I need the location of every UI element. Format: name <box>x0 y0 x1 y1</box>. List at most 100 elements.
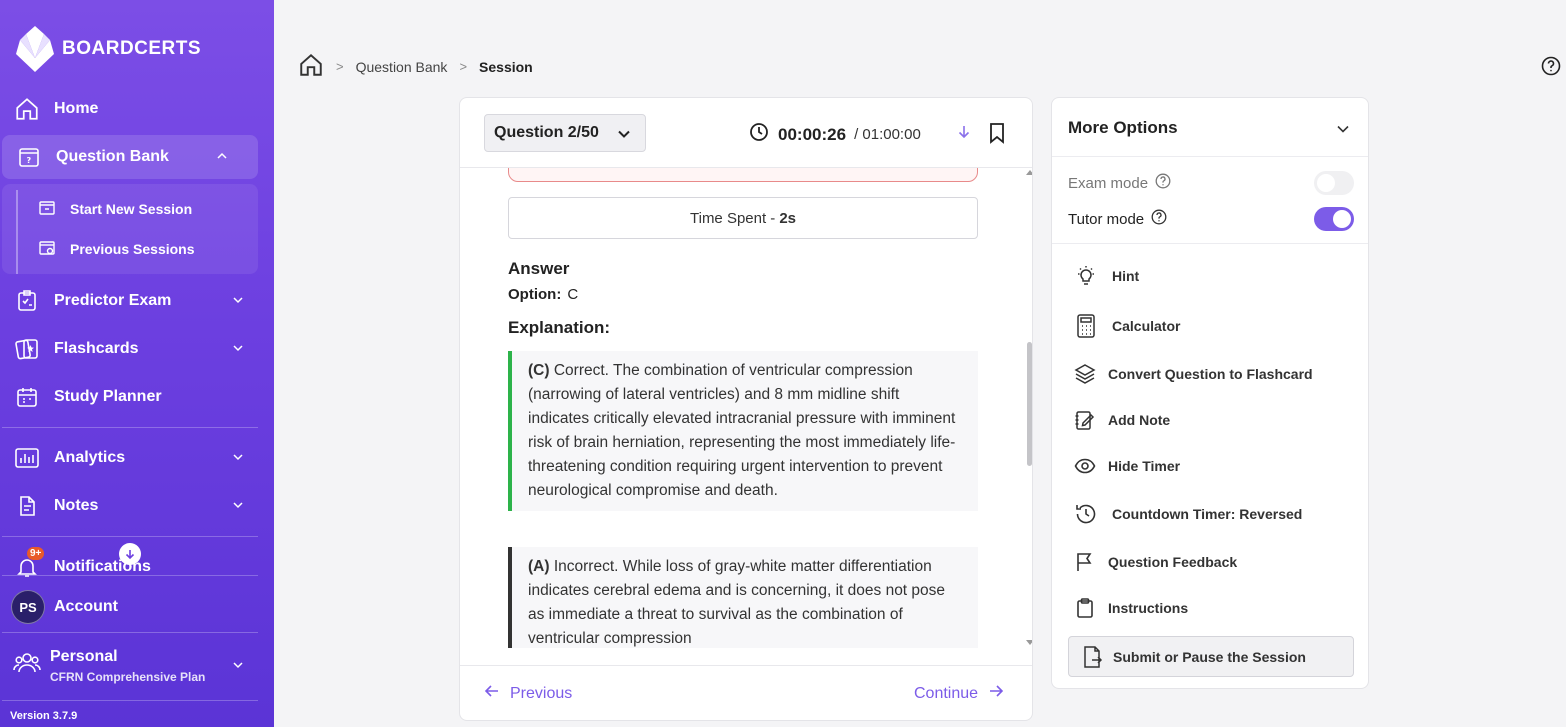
scrollbar-thumb[interactable] <box>1027 342 1032 466</box>
add-note-button[interactable]: Add Note <box>1074 407 1170 433</box>
exam-mode-toggle[interactable] <box>1314 171 1354 195</box>
sidebar-item-home[interactable]: Home <box>0 87 274 131</box>
plan-selector[interactable]: Personal CFRN Comprehensive Plan <box>50 648 205 684</box>
chevron-down-icon <box>232 498 244 516</box>
sidebar-item-analytics[interactable]: Analytics <box>0 436 274 480</box>
timer-elapsed: 00:00:26 <box>778 124 847 144</box>
flashcards-icon <box>14 336 40 362</box>
notifications-badge: 9+ <box>27 547 45 560</box>
brand-logo[interactable]: BOARDCERTS <box>12 24 201 74</box>
scrollbar[interactable] <box>1025 168 1032 648</box>
explanation-heading: Explanation: <box>508 318 611 337</box>
brand-name: BOARDCERTS <box>62 38 202 59</box>
sidebar-item-question-bank[interactable]: ? Question Bank <box>2 135 258 179</box>
answer-heading: Answer <box>508 259 570 278</box>
svg-text:?: ? <box>27 156 32 165</box>
arrow-left-icon <box>484 684 500 703</box>
eye-icon <box>1074 455 1102 477</box>
clock-icon <box>749 122 769 147</box>
breadcrumb-session: Session <box>479 58 533 75</box>
sidebar: BOARDCERTS Home ? Question Bank Start Ne… <box>0 0 274 727</box>
previous-sessions-icon <box>38 239 58 260</box>
history-icon <box>1074 502 1102 526</box>
sidebar-item-label: Notes <box>54 497 99 514</box>
hide-timer-button[interactable]: Hide Timer <box>1074 453 1180 479</box>
chevron-down-icon <box>232 293 244 311</box>
sidebar-item-label: Predictor Exam <box>54 292 172 309</box>
question-selector[interactable]: Question 2/50 <box>484 114 646 152</box>
lightbulb-icon <box>1074 264 1102 288</box>
plan-name: CFRN Comprehensive Plan <box>50 670 206 684</box>
scroll-down-icon[interactable] <box>119 543 141 565</box>
calculator-icon <box>1074 313 1102 339</box>
question-header: Question 2/50 00:00:26 / 01:00:00 <box>460 98 1032 168</box>
question-feedback-button[interactable]: Question Feedback <box>1074 549 1237 575</box>
sidebar-item-label: Question Bank <box>56 148 169 165</box>
question-footer: Previous Continue <box>460 665 1032 720</box>
session-timer: 00:00:26 / 01:00:00 <box>749 122 921 147</box>
incorrect-answer-box <box>508 168 978 182</box>
chevron-down-icon[interactable] <box>1336 122 1350 141</box>
chevron-down-icon[interactable] <box>232 658 244 676</box>
flag-icon <box>1074 551 1102 573</box>
calculator-button[interactable]: Calculator <box>1074 313 1180 339</box>
instructions-button[interactable]: Instructions <box>1074 595 1188 621</box>
continue-button[interactable]: Continue <box>914 684 1004 703</box>
sidebar-item-notes[interactable]: Notes <box>0 484 274 528</box>
exam-mode-row: Exam mode <box>1068 171 1354 195</box>
chevron-right-icon: > <box>336 59 344 74</box>
convert-to-flashcard-button[interactable]: Convert Question to Flashcard <box>1074 361 1313 387</box>
sidebar-item-label: Analytics <box>54 449 126 466</box>
avatar[interactable]: PS <box>11 590 45 624</box>
sidebar-item-label: Study Planner <box>54 388 162 405</box>
question-content[interactable]: Time Spent - 2s Answer Option: C Explanat… <box>460 168 1032 648</box>
file-export-icon <box>1081 645 1113 669</box>
submit-pause-button[interactable]: Submit or Pause the Session <box>1068 636 1354 677</box>
clipboard-icon <box>1074 597 1102 619</box>
sidebar-item-flashcards[interactable]: Flashcards <box>0 327 274 371</box>
submenu-start-new-session[interactable]: Start New Session <box>38 197 192 221</box>
question-box-icon: ? <box>16 144 42 170</box>
notes-icon <box>14 493 40 519</box>
chevron-down-icon <box>232 450 244 468</box>
sidebar-item-label: Home <box>54 100 99 117</box>
chevron-up-icon <box>216 149 228 167</box>
arrow-down-icon[interactable] <box>956 124 972 145</box>
help-icon[interactable] <box>1541 56 1561 81</box>
boardcerts-logo-icon <box>16 26 54 72</box>
help-icon[interactable] <box>1151 209 1167 229</box>
help-icon[interactable] <box>1155 173 1171 193</box>
new-session-icon <box>38 199 58 220</box>
sidebar-item-account[interactable]: Account <box>54 598 118 616</box>
more-options-title: More Options <box>1068 118 1178 137</box>
breadcrumb: > Question Bank > Session <box>298 52 533 81</box>
sidebar-item-predictor-exam[interactable]: Predictor Exam <box>0 279 274 323</box>
explanation-correct: (C) Correct. The combination of ventricu… <box>508 351 978 511</box>
sidebar-item-study-planner[interactable]: Study Planner <box>0 375 274 419</box>
more-options-header[interactable]: More Options <box>1052 98 1368 157</box>
hint-button[interactable]: Hint <box>1074 263 1139 289</box>
chevron-down-icon <box>617 127 631 146</box>
bookmark-icon[interactable] <box>988 122 1006 149</box>
tutor-mode-toggle[interactable] <box>1314 207 1354 231</box>
note-pencil-icon <box>1074 409 1102 431</box>
countdown-timer-button[interactable]: Countdown Timer: Reversed <box>1074 501 1302 527</box>
explanation-incorrect: (A) Incorrect. While loss of gray-white … <box>508 547 978 648</box>
time-spent: Time Spent - 2s <box>508 197 978 239</box>
home-icon <box>14 96 40 122</box>
breadcrumb-question-bank[interactable]: Question Bank <box>356 59 448 75</box>
users-icon <box>13 650 41 681</box>
layers-icon <box>1074 363 1102 385</box>
plan-title: Personal <box>50 648 118 665</box>
arrow-right-icon <box>988 684 1004 703</box>
analytics-icon <box>14 445 40 471</box>
submenu-previous-sessions[interactable]: Previous Sessions <box>38 237 195 261</box>
app-version: Version 3.7.9 <box>10 710 78 722</box>
timer-total: / 01:00:00 <box>854 126 921 143</box>
previous-button[interactable]: Previous <box>484 684 572 703</box>
calendar-icon <box>14 384 40 410</box>
predictor-exam-icon <box>14 288 40 314</box>
home-icon[interactable] <box>298 52 324 81</box>
answer-option: Option: C <box>508 286 579 303</box>
chevron-right-icon: > <box>459 59 468 74</box>
